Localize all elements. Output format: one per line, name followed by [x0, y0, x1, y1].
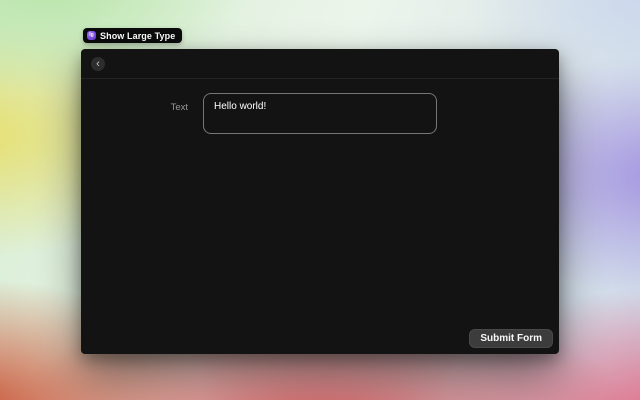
show-large-type-badge: lg Show Large Type [83, 28, 182, 43]
text-input[interactable]: Hello world! [203, 93, 437, 134]
desktop-background: lg Show Large Type ‹ Text Hello world! S… [0, 0, 640, 400]
back-button[interactable]: ‹ [91, 57, 105, 71]
text-field-label: Text [81, 93, 188, 134]
chevron-left-icon: ‹ [96, 58, 100, 70]
large-type-extension-icon: lg [87, 31, 96, 40]
window-header: ‹ [81, 49, 559, 79]
badge-label: Show Large Type [100, 31, 175, 41]
form-row: Text Hello world! [81, 93, 559, 134]
raycast-window: ‹ Text Hello world! Submit Form [81, 49, 559, 354]
submit-form-button[interactable]: Submit Form [469, 329, 553, 348]
